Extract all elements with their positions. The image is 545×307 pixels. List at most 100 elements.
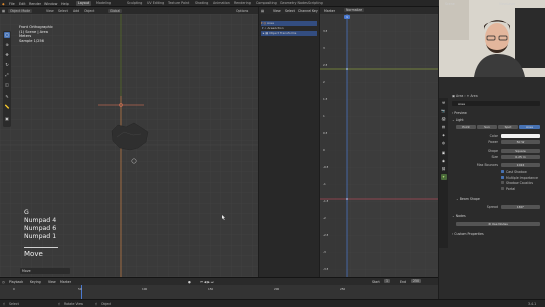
- section-custom-properties[interactable]: › Custom Properties: [452, 232, 484, 236]
- status-object: Object: [101, 302, 112, 306]
- screencast-key-1: G: [24, 209, 29, 216]
- tab-shading[interactable]: Shading: [193, 1, 210, 6]
- orientation-select[interactable]: Global: [108, 8, 123, 13]
- tab-texture-paint[interactable]: Texture Paint: [166, 1, 191, 6]
- blender-logo-icon[interactable]: ◆: [2, 2, 5, 6]
- tab-uv-editing[interactable]: UV Editing: [145, 1, 166, 6]
- scene-tab-icon[interactable]: ◈: [441, 132, 447, 138]
- annotate-tool-icon[interactable]: ✎: [4, 94, 10, 100]
- last-operator-panel[interactable]: Move: [20, 268, 70, 274]
- timeline[interactable]: ◷ Playback Keying View Marker ● ⏮ ◀ ▶ ⏭ …: [0, 277, 438, 300]
- viewport-menu-select[interactable]: Select: [58, 9, 68, 13]
- power-field[interactable]: 50 W: [501, 140, 540, 145]
- viewport-menu-object[interactable]: Object: [84, 9, 94, 13]
- graph-editor-type-icon[interactable]: ▤: [261, 9, 264, 13]
- tab-layout[interactable]: Layout: [76, 1, 92, 6]
- editor-type-icon[interactable]: ▦: [2, 9, 5, 13]
- normalize-toggle[interactable]: Normalize: [344, 8, 365, 12]
- graph-menu-view[interactable]: View: [273, 9, 281, 13]
- max-bounces-field[interactable]: 1024: [501, 163, 540, 168]
- graph-menu-select[interactable]: Select: [285, 9, 295, 13]
- options-dropdown[interactable]: Options: [236, 9, 248, 13]
- timeline-header: ◷ Playback Keying View Marker ● ⏮ ◀ ▶ ⏭ …: [0, 278, 438, 285]
- timeline-menu-keying[interactable]: Keying: [30, 280, 41, 284]
- graph-editor[interactable]: Marker Normalize 1 3.5 3 2.5 2 1.5 1 0.5…: [320, 7, 438, 277]
- timeline-menu-marker[interactable]: Marker: [60, 280, 71, 284]
- multiple-importance-checkbox[interactable]: [501, 175, 505, 179]
- tab-rendering[interactable]: Rendering: [232, 1, 253, 6]
- section-light[interactable]: ⌄ Light: [452, 118, 464, 122]
- viewport-header: ▦ Object Mode View Select Add Object Glo…: [0, 7, 258, 14]
- cursor-tool-icon[interactable]: ⊕: [4, 42, 10, 48]
- add-cube-tool-icon[interactable]: ▣: [4, 116, 10, 122]
- current-frame-badge[interactable]: 1: [344, 15, 350, 19]
- value-tick: -2.5: [323, 233, 329, 237]
- view-layer-tab-icon[interactable]: ▤: [441, 124, 447, 130]
- physics-tab-icon[interactable]: ◉: [441, 158, 447, 164]
- viewport-menu-view[interactable]: View: [46, 9, 54, 13]
- portal-checkbox[interactable]: [501, 186, 505, 190]
- light-color-swatch[interactable]: [501, 134, 540, 139]
- channel-row-action[interactable]: ▾ ⟡ AreaAction: [261, 26, 317, 31]
- measure-tool-icon[interactable]: 📏: [4, 104, 10, 110]
- timeline-track[interactable]: [0, 285, 438, 300]
- 3d-viewport[interactable]: ▦ Object Mode View Select Add Object Glo…: [0, 7, 258, 277]
- end-frame-field[interactable]: 250: [411, 279, 422, 283]
- cast-shadow-label: Cast Shadow: [506, 170, 527, 174]
- world-tab-icon[interactable]: ◍: [441, 140, 447, 146]
- menu-edit[interactable]: Edit: [19, 2, 26, 6]
- mouse-left-icon: 🖱: [3, 302, 5, 306]
- use-nodes-button[interactable]: ⚙ Use Nodes: [456, 222, 540, 227]
- channel-row-area[interactable]: ▾ ◎ Area: [261, 21, 317, 26]
- graph-menu-channel[interactable]: Channel: [298, 9, 311, 13]
- tab-scripting[interactable]: Scripting: [306, 1, 325, 6]
- light-type-area[interactable]: Area: [519, 125, 540, 130]
- tool-tab-icon[interactable]: ⚒: [441, 100, 447, 106]
- constraints-tab-icon[interactable]: ⛓: [441, 166, 447, 172]
- section-beam-shape[interactable]: ⌄ Beam Shape: [456, 197, 480, 201]
- tab-animation[interactable]: Animation: [211, 1, 232, 6]
- tab-sculpting[interactable]: Sculpting: [125, 1, 144, 6]
- light-type-spot[interactable]: Spot: [498, 125, 518, 130]
- size-field[interactable]: 0.25 m: [501, 155, 540, 160]
- menu-window[interactable]: Window: [44, 2, 57, 6]
- viewport-menu-add[interactable]: Add: [73, 9, 79, 13]
- light-type-sun[interactable]: Sun: [477, 125, 497, 130]
- tab-compositing[interactable]: Compositing: [254, 1, 279, 6]
- value-tick: 3.5: [323, 29, 328, 33]
- select-box-icon[interactable]: ▢: [4, 32, 10, 38]
- rotate-tool-icon[interactable]: ↻: [4, 62, 10, 68]
- tab-modeling[interactable]: Modeling: [94, 1, 113, 6]
- render-tab-icon[interactable]: 📷: [441, 108, 447, 114]
- graph-header-marker[interactable]: Marker: [324, 9, 335, 13]
- timeline-menu-playback[interactable]: Playback: [9, 280, 23, 284]
- value-tick: -3: [323, 250, 326, 254]
- timeline-menu-view[interactable]: View: [48, 280, 56, 284]
- view-layer-selector[interactable]: ViewLayer: [499, 2, 515, 6]
- scale-tool-icon[interactable]: ⤢: [4, 72, 10, 78]
- light-data-tab-icon[interactable]: ✦: [440, 174, 447, 180]
- mode-select[interactable]: Object Mode: [8, 8, 33, 13]
- channel-row-transforms[interactable]: ▸ ▤ Object Transforms: [261, 31, 317, 36]
- section-nodes[interactable]: ⌄ Nodes: [452, 214, 466, 218]
- play-controls-icon[interactable]: ⏮ ◀ ▶ ⏭: [200, 280, 214, 284]
- section-preview[interactable]: › Preview: [452, 111, 467, 115]
- transform-tool-icon[interactable]: ◫: [4, 82, 10, 88]
- record-button-icon[interactable]: ●: [188, 280, 191, 284]
- graph-menu-key[interactable]: Key: [312, 9, 318, 13]
- menu-render[interactable]: Render: [29, 2, 41, 6]
- value-tick: 2: [323, 80, 325, 84]
- start-frame-field[interactable]: 1: [384, 279, 391, 283]
- output-tab-icon[interactable]: 🖨: [441, 116, 447, 122]
- scene-selector[interactable]: Scene: [445, 2, 455, 6]
- object-tab-icon[interactable]: ▣: [441, 150, 447, 156]
- light-datablock-field[interactable]: Area: [452, 101, 540, 106]
- move-tool-icon[interactable]: ✥: [4, 52, 10, 58]
- color-label: Color: [489, 134, 498, 138]
- light-type-point[interactable]: Point: [456, 125, 476, 130]
- timeline-editor-icon[interactable]: ◷: [2, 280, 5, 284]
- menu-file[interactable]: File: [9, 2, 15, 6]
- menu-help[interactable]: Help: [61, 2, 69, 6]
- shape-select[interactable]: Square: [501, 149, 540, 154]
- spread-field[interactable]: 180°: [501, 205, 540, 210]
